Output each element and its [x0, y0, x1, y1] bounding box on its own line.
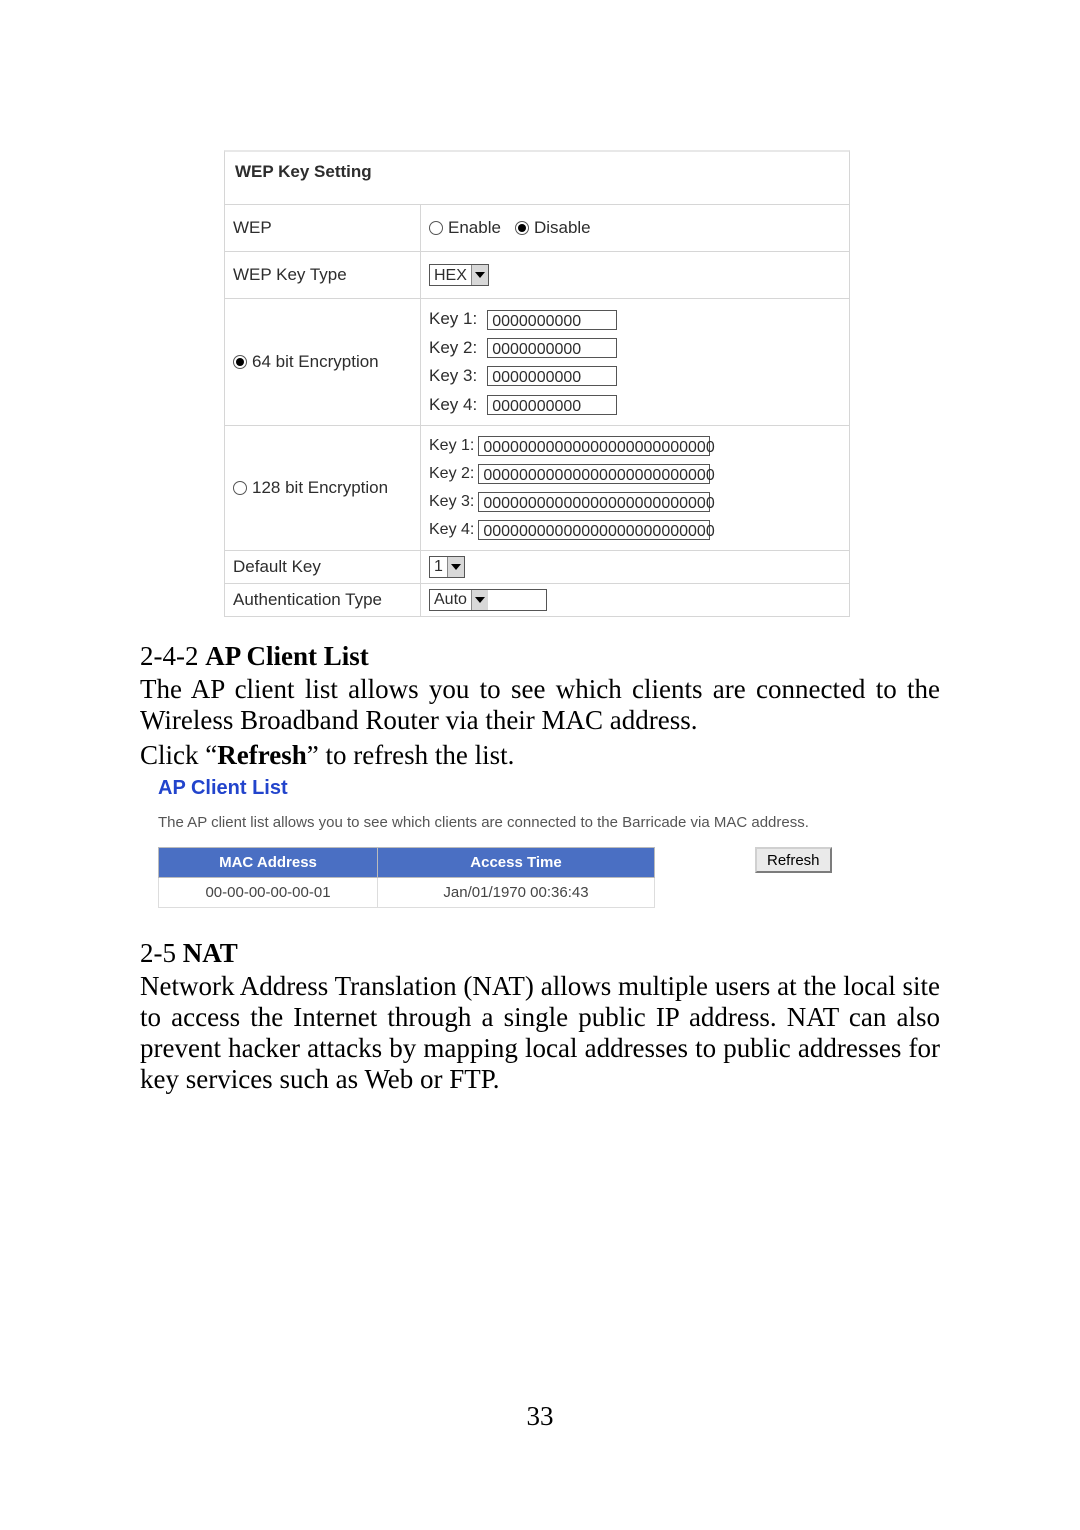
- default-key-select[interactable]: 1: [429, 556, 465, 578]
- enc-128-label: 128 bit Encryption: [252, 478, 388, 498]
- section-number: 2-4-2: [140, 641, 205, 671]
- wep-key-type-value: HEX: [434, 266, 467, 285]
- page-number: 33: [0, 1401, 1080, 1432]
- key2-64-label: Key 2:: [429, 338, 477, 358]
- wep-label: WEP: [225, 205, 421, 251]
- wep-key-type-label: WEP Key Type: [225, 252, 421, 298]
- refresh-instruction: Click “Refresh” to refresh the list.: [140, 740, 940, 771]
- enc-128-radio[interactable]: [233, 481, 247, 495]
- key1-64-label: Key 1:: [429, 309, 477, 329]
- key4-64-label: Key 4:: [429, 395, 477, 415]
- key4-128-input[interactable]: 00000000000000000000000000: [478, 520, 710, 540]
- key1-128-input[interactable]: 00000000000000000000000000: [478, 436, 710, 456]
- nat-description: Network Address Translation (NAT) allows…: [140, 971, 940, 1095]
- ap-client-list-desc: The AP client list allows you to see whi…: [158, 814, 930, 831]
- refresh-button[interactable]: Refresh: [755, 847, 832, 873]
- key2-64-input[interactable]: 0000000000: [487, 338, 617, 358]
- access-time-cell: Jan/01/1970 00:36:43: [378, 878, 655, 908]
- key2-128-label: Key 2:: [429, 466, 474, 482]
- table-row: 00-00-00-00-00-01 Jan/01/1970 00:36:43: [159, 878, 655, 908]
- ap-client-list-panel: AP Client List The AP client list allows…: [158, 777, 930, 908]
- wep-key-type-select[interactable]: HEX: [429, 264, 489, 286]
- wep-enable-label: Enable: [448, 218, 501, 238]
- wep-disable-label: Disable: [534, 218, 591, 238]
- access-time-header: Access Time: [378, 848, 655, 878]
- key3-64-label: Key 3:: [429, 366, 477, 386]
- section-number: 2-5: [140, 938, 183, 968]
- auth-type-label: Authentication Type: [225, 584, 421, 616]
- key3-128-label: Key 3:: [429, 494, 474, 510]
- key1-128-label: Key 1:: [429, 438, 474, 454]
- enc-64-label: 64 bit Encryption: [252, 352, 379, 372]
- chevron-down-icon: [471, 590, 488, 610]
- ap-client-list-title: AP Client List: [158, 777, 930, 800]
- section-2-5-heading: 2-5 NAT: [140, 938, 940, 969]
- key4-64-input[interactable]: 0000000000: [487, 395, 617, 415]
- enc-64-radio[interactable]: [233, 355, 247, 369]
- key2-128-input[interactable]: 00000000000000000000000000: [478, 464, 710, 484]
- key3-128-input[interactable]: 00000000000000000000000000: [478, 492, 710, 512]
- key3-64-input[interactable]: 0000000000: [487, 366, 617, 386]
- wep-enable-radio[interactable]: [429, 221, 443, 235]
- key4-128-label: Key 4:: [429, 522, 474, 538]
- default-key-value: 1: [434, 557, 443, 576]
- auth-type-select[interactable]: Auto: [429, 589, 547, 611]
- section-title: NAT: [183, 938, 238, 968]
- mac-address-header: MAC Address: [159, 848, 378, 878]
- chevron-down-icon: [471, 265, 488, 285]
- ap-client-description: The AP client list allows you to see whi…: [140, 674, 940, 736]
- key1-64-input[interactable]: 0000000000: [487, 310, 617, 330]
- chevron-down-icon: [447, 557, 464, 577]
- default-key-label: Default Key: [225, 551, 421, 583]
- ap-client-table: MAC Address Access Time 00-00-00-00-00-0…: [158, 847, 655, 908]
- section-2-4-2-heading: 2-4-2 AP Client List: [140, 641, 940, 672]
- section-title: AP Client List: [205, 641, 369, 671]
- auth-type-value: Auto: [434, 590, 467, 609]
- wep-title: WEP Key Setting: [225, 152, 849, 205]
- mac-address-cell: 00-00-00-00-00-01: [159, 878, 378, 908]
- wep-settings-panel: WEP Key Setting WEP Enable Disable WEP K…: [224, 150, 850, 617]
- wep-disable-radio[interactable]: [515, 221, 529, 235]
